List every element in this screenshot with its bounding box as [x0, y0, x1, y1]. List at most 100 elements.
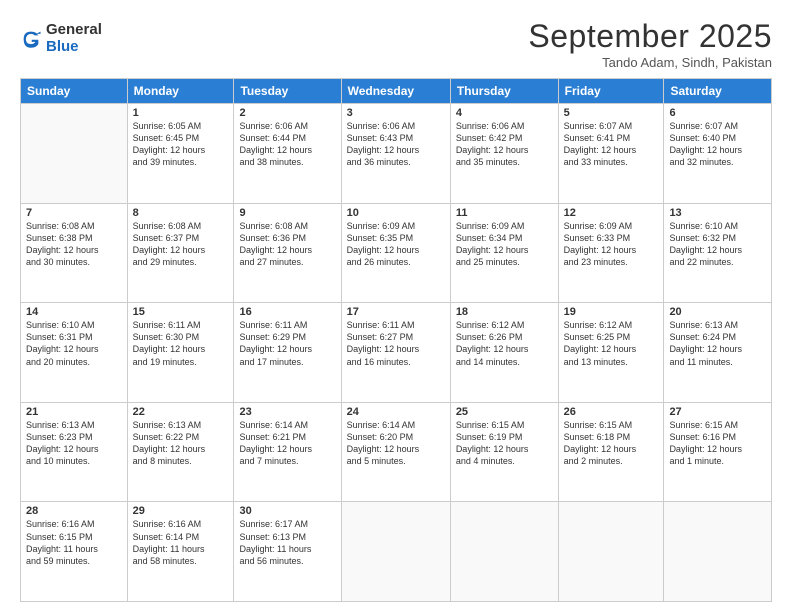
calendar-cell: 6Sunrise: 6:07 AM Sunset: 6:40 PM Daylig… — [664, 104, 772, 204]
week-row-3: 21Sunrise: 6:13 AM Sunset: 6:23 PM Dayli… — [21, 402, 772, 502]
calendar-cell: 11Sunrise: 6:09 AM Sunset: 6:34 PM Dayli… — [450, 203, 558, 303]
day-number: 8 — [133, 207, 229, 219]
calendar-cell — [450, 502, 558, 602]
day-number: 19 — [564, 306, 659, 318]
week-row-1: 7Sunrise: 6:08 AM Sunset: 6:38 PM Daylig… — [21, 203, 772, 303]
day-number: 12 — [564, 207, 659, 219]
day-info: Sunrise: 6:07 AM Sunset: 6:40 PM Dayligh… — [669, 120, 766, 169]
day-info: Sunrise: 6:15 AM Sunset: 6:18 PM Dayligh… — [564, 419, 659, 468]
calendar-cell: 9Sunrise: 6:08 AM Sunset: 6:36 PM Daylig… — [234, 203, 341, 303]
month-title: September 2025 — [528, 18, 772, 55]
calendar-cell: 1Sunrise: 6:05 AM Sunset: 6:45 PM Daylig… — [127, 104, 234, 204]
calendar-cell: 29Sunrise: 6:16 AM Sunset: 6:14 PM Dayli… — [127, 502, 234, 602]
day-number: 22 — [133, 406, 229, 418]
calendar-cell — [664, 502, 772, 602]
day-number: 11 — [456, 207, 553, 219]
day-number: 14 — [26, 306, 122, 318]
day-info: Sunrise: 6:08 AM Sunset: 6:36 PM Dayligh… — [239, 220, 335, 269]
weekday-header-monday: Monday — [127, 79, 234, 104]
day-number: 28 — [26, 505, 122, 517]
day-info: Sunrise: 6:11 AM Sunset: 6:29 PM Dayligh… — [239, 319, 335, 368]
calendar-cell — [341, 502, 450, 602]
day-number: 15 — [133, 306, 229, 318]
day-number: 9 — [239, 207, 335, 219]
title-block: September 2025 Tando Adam, Sindh, Pakist… — [528, 18, 772, 70]
day-info: Sunrise: 6:15 AM Sunset: 6:16 PM Dayligh… — [669, 419, 766, 468]
day-info: Sunrise: 6:16 AM Sunset: 6:15 PM Dayligh… — [26, 518, 122, 567]
day-info: Sunrise: 6:06 AM Sunset: 6:42 PM Dayligh… — [456, 120, 553, 169]
day-number: 30 — [239, 505, 335, 517]
weekday-header-thursday: Thursday — [450, 79, 558, 104]
calendar-cell: 18Sunrise: 6:12 AM Sunset: 6:26 PM Dayli… — [450, 303, 558, 403]
day-info: Sunrise: 6:09 AM Sunset: 6:35 PM Dayligh… — [347, 220, 445, 269]
calendar-cell: 13Sunrise: 6:10 AM Sunset: 6:32 PM Dayli… — [664, 203, 772, 303]
day-number: 1 — [133, 107, 229, 119]
day-info: Sunrise: 6:06 AM Sunset: 6:43 PM Dayligh… — [347, 120, 445, 169]
calendar-cell: 30Sunrise: 6:17 AM Sunset: 6:13 PM Dayli… — [234, 502, 341, 602]
calendar-cell: 26Sunrise: 6:15 AM Sunset: 6:18 PM Dayli… — [558, 402, 664, 502]
day-number: 6 — [669, 107, 766, 119]
day-number: 18 — [456, 306, 553, 318]
calendar-cell: 14Sunrise: 6:10 AM Sunset: 6:31 PM Dayli… — [21, 303, 128, 403]
day-number: 4 — [456, 107, 553, 119]
header-row: General Blue September 2025 Tando Adam, … — [20, 18, 772, 70]
day-info: Sunrise: 6:08 AM Sunset: 6:38 PM Dayligh… — [26, 220, 122, 269]
day-number: 16 — [239, 306, 335, 318]
calendar-cell: 2Sunrise: 6:06 AM Sunset: 6:44 PM Daylig… — [234, 104, 341, 204]
calendar-cell: 24Sunrise: 6:14 AM Sunset: 6:20 PM Dayli… — [341, 402, 450, 502]
day-info: Sunrise: 6:11 AM Sunset: 6:30 PM Dayligh… — [133, 319, 229, 368]
day-info: Sunrise: 6:09 AM Sunset: 6:34 PM Dayligh… — [456, 220, 553, 269]
day-number: 29 — [133, 505, 229, 517]
logo-icon — [20, 28, 42, 50]
calendar-cell — [558, 502, 664, 602]
day-number: 5 — [564, 107, 659, 119]
logo-text: General Blue — [46, 22, 102, 55]
calendar-cell: 8Sunrise: 6:08 AM Sunset: 6:37 PM Daylig… — [127, 203, 234, 303]
day-info: Sunrise: 6:10 AM Sunset: 6:32 PM Dayligh… — [669, 220, 766, 269]
weekday-header-friday: Friday — [558, 79, 664, 104]
day-info: Sunrise: 6:13 AM Sunset: 6:24 PM Dayligh… — [669, 319, 766, 368]
logo-blue: Blue — [46, 39, 102, 56]
calendar-cell: 15Sunrise: 6:11 AM Sunset: 6:30 PM Dayli… — [127, 303, 234, 403]
calendar-cell: 20Sunrise: 6:13 AM Sunset: 6:24 PM Dayli… — [664, 303, 772, 403]
day-number: 21 — [26, 406, 122, 418]
day-number: 10 — [347, 207, 445, 219]
weekday-header-row: SundayMondayTuesdayWednesdayThursdayFrid… — [21, 79, 772, 104]
weekday-header-tuesday: Tuesday — [234, 79, 341, 104]
day-number: 24 — [347, 406, 445, 418]
day-info: Sunrise: 6:10 AM Sunset: 6:31 PM Dayligh… — [26, 319, 122, 368]
calendar-cell: 28Sunrise: 6:16 AM Sunset: 6:15 PM Dayli… — [21, 502, 128, 602]
week-row-0: 1Sunrise: 6:05 AM Sunset: 6:45 PM Daylig… — [21, 104, 772, 204]
logo: General Blue — [20, 22, 102, 55]
day-number: 13 — [669, 207, 766, 219]
calendar-cell: 16Sunrise: 6:11 AM Sunset: 6:29 PM Dayli… — [234, 303, 341, 403]
day-info: Sunrise: 6:12 AM Sunset: 6:26 PM Dayligh… — [456, 319, 553, 368]
day-info: Sunrise: 6:16 AM Sunset: 6:14 PM Dayligh… — [133, 518, 229, 567]
day-info: Sunrise: 6:09 AM Sunset: 6:33 PM Dayligh… — [564, 220, 659, 269]
day-info: Sunrise: 6:13 AM Sunset: 6:23 PM Dayligh… — [26, 419, 122, 468]
day-info: Sunrise: 6:07 AM Sunset: 6:41 PM Dayligh… — [564, 120, 659, 169]
day-info: Sunrise: 6:12 AM Sunset: 6:25 PM Dayligh… — [564, 319, 659, 368]
calendar-cell: 5Sunrise: 6:07 AM Sunset: 6:41 PM Daylig… — [558, 104, 664, 204]
day-info: Sunrise: 6:06 AM Sunset: 6:44 PM Dayligh… — [239, 120, 335, 169]
day-info: Sunrise: 6:14 AM Sunset: 6:20 PM Dayligh… — [347, 419, 445, 468]
day-number: 25 — [456, 406, 553, 418]
weekday-header-sunday: Sunday — [21, 79, 128, 104]
day-info: Sunrise: 6:13 AM Sunset: 6:22 PM Dayligh… — [133, 419, 229, 468]
calendar-cell: 23Sunrise: 6:14 AM Sunset: 6:21 PM Dayli… — [234, 402, 341, 502]
weekday-header-saturday: Saturday — [664, 79, 772, 104]
calendar-table: SundayMondayTuesdayWednesdayThursdayFrid… — [20, 78, 772, 602]
day-info: Sunrise: 6:05 AM Sunset: 6:45 PM Dayligh… — [133, 120, 229, 169]
day-info: Sunrise: 6:14 AM Sunset: 6:21 PM Dayligh… — [239, 419, 335, 468]
calendar-cell: 3Sunrise: 6:06 AM Sunset: 6:43 PM Daylig… — [341, 104, 450, 204]
calendar-cell: 19Sunrise: 6:12 AM Sunset: 6:25 PM Dayli… — [558, 303, 664, 403]
calendar-cell: 21Sunrise: 6:13 AM Sunset: 6:23 PM Dayli… — [21, 402, 128, 502]
day-info: Sunrise: 6:11 AM Sunset: 6:27 PM Dayligh… — [347, 319, 445, 368]
day-number: 20 — [669, 306, 766, 318]
weekday-header-wednesday: Wednesday — [341, 79, 450, 104]
day-number: 26 — [564, 406, 659, 418]
calendar-cell: 4Sunrise: 6:06 AM Sunset: 6:42 PM Daylig… — [450, 104, 558, 204]
day-info: Sunrise: 6:17 AM Sunset: 6:13 PM Dayligh… — [239, 518, 335, 567]
day-number: 27 — [669, 406, 766, 418]
logo-general: General — [46, 22, 102, 39]
